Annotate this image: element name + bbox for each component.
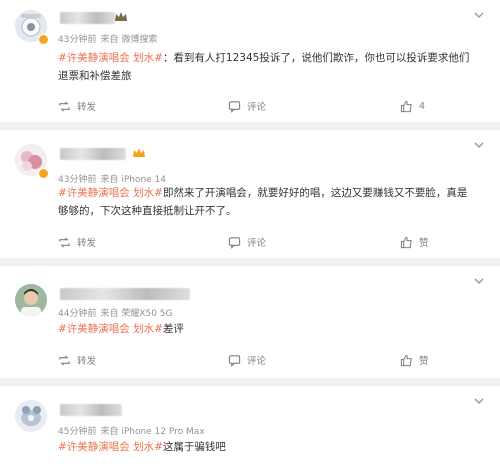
comment-icon bbox=[228, 354, 241, 367]
crown-icon bbox=[133, 148, 145, 157]
like-icon bbox=[400, 354, 412, 366]
post-content: 差评 bbox=[162, 323, 184, 335]
like-icon bbox=[400, 100, 412, 112]
repost-icon bbox=[59, 100, 70, 112]
more-chevron-icon[interactable] bbox=[472, 8, 486, 22]
post-text: #许美静演唱会 划水#即然来了开演唱会，就要好好的唱，这边又要赚钱又不要脸，真是… bbox=[58, 184, 472, 220]
like-count: 4 bbox=[419, 100, 426, 112]
verified-badge-icon bbox=[38, 168, 49, 179]
post-card: 45分钟前 来自 iPhone 12 Pro Max #许美静演唱会 划水#这属于… bbox=[0, 386, 500, 474]
like-label: 赞 bbox=[419, 356, 429, 367]
comment-icon bbox=[228, 236, 241, 249]
crown-icon bbox=[115, 12, 127, 21]
post-time: 43分钟前 bbox=[58, 35, 97, 45]
username[interactable] bbox=[60, 288, 190, 300]
repost-label: 转发 bbox=[77, 102, 97, 113]
topic-tag[interactable]: #许美静演唱会 划水# bbox=[58, 323, 163, 335]
like-label: 赞 bbox=[419, 238, 429, 249]
post-source: 来自 iPhone 12 Pro Max bbox=[100, 427, 205, 437]
topic-tag[interactable]: #许美静演唱会 划水# bbox=[58, 52, 163, 64]
post-card: 43分钟前 来自 微博搜索 #许美静演唱会 划水#：看到有人打12345投诉了，说… bbox=[0, 0, 500, 122]
comment-button[interactable]: 评论 bbox=[228, 232, 266, 252]
repost-button[interactable]: 转发 bbox=[58, 232, 96, 252]
post-source: 来自 微博搜索 bbox=[100, 35, 158, 45]
post-meta: 43分钟前 来自 微博搜索 bbox=[58, 32, 157, 45]
post-text: #许美静演唱会 划水#差评 bbox=[58, 320, 472, 338]
avatar[interactable] bbox=[15, 284, 47, 316]
post-meta: 44分钟前 来自 荣耀X50 5G bbox=[58, 306, 173, 319]
comment-button[interactable]: 评论 bbox=[228, 350, 266, 370]
repost-label: 转发 bbox=[77, 238, 97, 249]
username[interactable] bbox=[60, 148, 126, 160]
post-text: #许美静演唱会 划水#这属于骗钱吧 bbox=[58, 438, 472, 456]
post-source: 来自 荣耀X50 5G bbox=[100, 309, 173, 319]
repost-label: 转发 bbox=[77, 356, 97, 367]
comment-button[interactable]: 评论 bbox=[228, 96, 266, 116]
more-chevron-icon[interactable] bbox=[472, 394, 486, 408]
comment-label: 评论 bbox=[247, 356, 267, 367]
repost-button[interactable]: 转发 bbox=[58, 350, 96, 370]
divider bbox=[0, 122, 500, 130]
like-button[interactable]: 4 bbox=[400, 96, 425, 116]
divider bbox=[0, 378, 500, 386]
post-card: 43分钟前 来自 iPhone 14 #许美静演唱会 划水#即然来了开演唱会，就要… bbox=[0, 130, 500, 258]
verified-badge-icon bbox=[38, 34, 49, 45]
post-text: #许美静演唱会 划水#：看到有人打12345投诉了，说他们欺诈，你也可以投诉要求… bbox=[58, 49, 472, 85]
username[interactable] bbox=[60, 404, 122, 416]
topic-tag[interactable]: #许美静演唱会 划水# bbox=[58, 441, 163, 453]
action-bar: 转发 评论 4 bbox=[0, 96, 500, 116]
action-bar: 转发 评论 赞 bbox=[0, 350, 500, 370]
like-icon bbox=[400, 236, 412, 248]
like-button[interactable]: 赞 bbox=[400, 232, 429, 252]
comment-icon bbox=[228, 100, 241, 113]
more-chevron-icon[interactable] bbox=[472, 274, 486, 288]
repost-icon bbox=[59, 354, 70, 366]
repost-icon bbox=[59, 236, 70, 248]
avatar[interactable] bbox=[15, 400, 47, 432]
post-time: 44分钟前 bbox=[58, 309, 97, 319]
more-chevron-icon[interactable] bbox=[472, 138, 486, 152]
comment-label: 评论 bbox=[247, 102, 267, 113]
action-bar: 转发 评论 赞 bbox=[0, 232, 500, 252]
like-button[interactable]: 赞 bbox=[400, 350, 429, 370]
weibo-feed: 43分钟前 来自 微博搜索 #许美静演唱会 划水#：看到有人打12345投诉了，说… bbox=[0, 0, 500, 474]
username[interactable] bbox=[60, 12, 115, 24]
post-content: 这属于骗钱吧 bbox=[162, 441, 226, 453]
topic-tag[interactable]: #许美静演唱会 划水# bbox=[58, 187, 163, 199]
divider bbox=[0, 258, 500, 266]
post-card: 44分钟前 来自 荣耀X50 5G #许美静演唱会 划水#差评 转发 评论 赞 bbox=[0, 266, 500, 378]
repost-button[interactable]: 转发 bbox=[58, 96, 96, 116]
comment-label: 评论 bbox=[247, 238, 267, 249]
post-meta: 45分钟前 来自 iPhone 12 Pro Max bbox=[58, 424, 205, 437]
post-time: 45分钟前 bbox=[58, 427, 97, 437]
